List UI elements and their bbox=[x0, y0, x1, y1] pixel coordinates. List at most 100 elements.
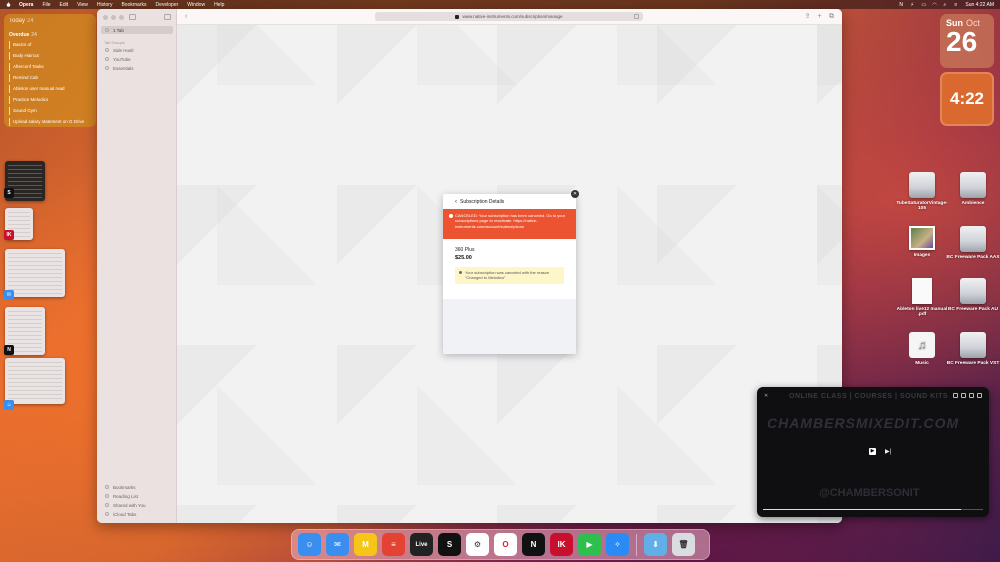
reminder-item[interactable]: Sound Gym bbox=[9, 107, 91, 115]
wifi-icon[interactable]: ◠ bbox=[932, 2, 937, 8]
reminder-item[interactable]: Upload salary statement on G Drive bbox=[9, 118, 91, 126]
todoist-icon[interactable]: ≡ bbox=[382, 533, 405, 556]
desktop-icon-images[interactable]: Images bbox=[894, 226, 950, 258]
chatgpt-icon[interactable]: ⚙ bbox=[466, 533, 489, 556]
new-tab-icon[interactable]: + bbox=[816, 13, 823, 20]
picture-in-picture-video[interactable]: ✕ ONLINE CLASS | COURSES | SOUND KITS CH… bbox=[757, 387, 989, 517]
menu-bookmarks[interactable]: Bookmarks bbox=[121, 2, 146, 8]
chevron-left-icon[interactable]: ‹ bbox=[455, 199, 457, 205]
reminders-widget[interactable]: Today 24 Overdue 24 Basics of Body Haircut… bbox=[4, 14, 96, 127]
drive-icon bbox=[960, 172, 986, 198]
modal-footer bbox=[443, 299, 576, 354]
search-icon[interactable]: ⌕ bbox=[943, 2, 948, 8]
back-button[interactable]: ‹ bbox=[185, 13, 193, 21]
stage-thumb-mail[interactable] bbox=[5, 249, 65, 297]
menu-help[interactable]: Help bbox=[214, 2, 224, 8]
sidebar-item-reading-list[interactable]: Reading List bbox=[101, 492, 173, 500]
facetime-icon[interactable]: ▶ bbox=[578, 533, 601, 556]
reminder-item[interactable]: Ableton user manual read bbox=[9, 85, 91, 93]
thumb-content bbox=[8, 362, 62, 401]
desktop-icon-tubesaturator[interactable]: TubeSaturatorVintage-105 bbox=[894, 172, 950, 211]
safari-icon[interactable]: ✧ bbox=[606, 533, 629, 556]
sidebar-item-shared-with-you[interactable]: Shared with You bbox=[101, 501, 173, 509]
splice-icon[interactable]: S bbox=[438, 533, 461, 556]
finder-icon[interactable]: ☺ bbox=[298, 533, 321, 556]
sidebar-item-essentials[interactable]: Essentials bbox=[101, 64, 173, 72]
zoom-window-button[interactable] bbox=[119, 15, 124, 20]
minimize-window-button[interactable] bbox=[111, 15, 116, 20]
live-icon[interactable]: Live bbox=[410, 533, 433, 556]
sidebar-item-side-hustl[interactable]: Side Hustl bbox=[101, 46, 173, 54]
desktop-icon-bc-aax[interactable]: BC Freeware Pack AAX bbox=[945, 226, 1000, 260]
mail-icon[interactable]: ✉ bbox=[326, 533, 349, 556]
desktop-icon-ambience[interactable]: Ambience bbox=[945, 172, 1000, 206]
desktop-icon-bc-vst[interactable]: BC Freeware Pack VST bbox=[945, 332, 1000, 366]
native-access-icon[interactable]: N bbox=[522, 533, 545, 556]
menu-app-name[interactable]: Opera bbox=[19, 2, 33, 8]
sidebar-item-icloud-tabs[interactable]: iCloud Tabs bbox=[101, 510, 173, 518]
reminder-item[interactable]: Remind Cab bbox=[9, 74, 91, 82]
pip-settings-icon[interactable] bbox=[977, 393, 982, 398]
menu-window[interactable]: Window bbox=[187, 2, 205, 8]
shared-icon bbox=[105, 503, 109, 507]
apple-icon[interactable] bbox=[6, 2, 11, 7]
menu-clock[interactable]: Sun 4:22 AM bbox=[965, 2, 994, 8]
play-icon[interactable]: ▶ bbox=[869, 448, 876, 455]
overdue-heading: Overdue 24 bbox=[9, 32, 91, 38]
opera-icon[interactable]: O bbox=[494, 533, 517, 556]
calendar-widget[interactable]: Sun Oct 26 bbox=[940, 14, 994, 68]
sidebar-toggle-icon[interactable] bbox=[129, 14, 136, 20]
skip-forward-icon[interactable]: ▶| bbox=[885, 448, 891, 455]
reminder-item[interactable]: Afterconf Tasks bbox=[9, 63, 91, 71]
pip-pause-icon[interactable] bbox=[953, 393, 958, 398]
overdue-label: Overdue bbox=[9, 32, 30, 38]
bolt-status-icon[interactable]: ⚡ bbox=[910, 2, 915, 8]
tab-overview-icon[interactable] bbox=[164, 14, 171, 20]
menu-history[interactable]: History bbox=[97, 2, 113, 8]
reminders-title: Today 24 bbox=[9, 18, 91, 24]
downloads-folder-icon[interactable]: ⬇ bbox=[644, 533, 667, 556]
menu-edit[interactable]: Edit bbox=[60, 2, 69, 8]
menu-file[interactable]: File bbox=[42, 2, 50, 8]
pip-captions-icon[interactable] bbox=[969, 393, 974, 398]
battery-icon[interactable]: ▭ bbox=[921, 2, 926, 8]
desktop-icon-bc-au[interactable]: BC Freeware Pack AU bbox=[945, 278, 1000, 312]
modal-header[interactable]: ‹ Subscription Details bbox=[443, 194, 576, 209]
share-icon[interactable]: ⇪ bbox=[804, 13, 811, 20]
menu-developer[interactable]: Developer bbox=[155, 2, 178, 8]
sidebar-item-youtube[interactable]: YouTube bbox=[101, 55, 173, 63]
sidebar-item-bookmarks[interactable]: Bookmarks bbox=[101, 483, 173, 491]
pip-restore-icon[interactable] bbox=[961, 393, 966, 398]
video-progress-bar[interactable] bbox=[763, 509, 983, 510]
native-instruments-status-icon[interactable]: N bbox=[899, 2, 904, 8]
ik-product-manager-icon: IK bbox=[4, 230, 14, 240]
pip-close-icon[interactable]: ✕ bbox=[764, 393, 768, 399]
reminder-item[interactable]: Basics of bbox=[9, 41, 91, 49]
sidebar-item-tabs[interactable]: 1 Tab bbox=[101, 26, 173, 34]
desktop-icon-ableton-manual[interactable]: Ableton live12 manual .pdf bbox=[894, 278, 950, 317]
reminder-item[interactable]: Practice Melodics bbox=[9, 96, 91, 104]
modal-close-button[interactable]: ✕ bbox=[571, 190, 579, 198]
address-bar[interactable]: www.native-instruments.com/subscription/… bbox=[375, 12, 643, 21]
tabs-overview-icon[interactable]: ⧉ bbox=[828, 13, 835, 20]
control-center-icon[interactable]: ≡ bbox=[954, 2, 959, 8]
miro-icon[interactable]: M bbox=[354, 533, 377, 556]
drive-icon bbox=[960, 332, 986, 358]
video-progress-fill bbox=[763, 509, 961, 510]
ik-product-manager-icon[interactable]: IK bbox=[550, 533, 573, 556]
reader-icon[interactable] bbox=[634, 14, 639, 19]
stage-thumb-finder[interactable] bbox=[5, 358, 65, 404]
plan-block: 360 Plus $25.00 bbox=[443, 239, 576, 261]
desktop-icon-music[interactable]: ♫ Music bbox=[894, 332, 950, 366]
native-access-icon: N bbox=[4, 345, 14, 355]
menu-view[interactable]: View bbox=[77, 2, 88, 8]
close-window-button[interactable] bbox=[103, 15, 108, 20]
clock-widget[interactable]: 4:22 bbox=[940, 72, 994, 126]
back-to-subscription-details[interactable]: Subscription Details bbox=[460, 199, 504, 205]
reminder-item[interactable]: Body Haircut bbox=[9, 52, 91, 60]
video-header-text: ONLINE CLASS | COURSES | SOUND KITS bbox=[789, 393, 949, 400]
trash-icon[interactable]: 🗑 bbox=[672, 533, 695, 556]
music-folder-icon: ♫ bbox=[909, 332, 935, 358]
url-text: www.native-instruments.com/subscription/… bbox=[462, 14, 563, 19]
icloud-icon bbox=[105, 512, 109, 516]
